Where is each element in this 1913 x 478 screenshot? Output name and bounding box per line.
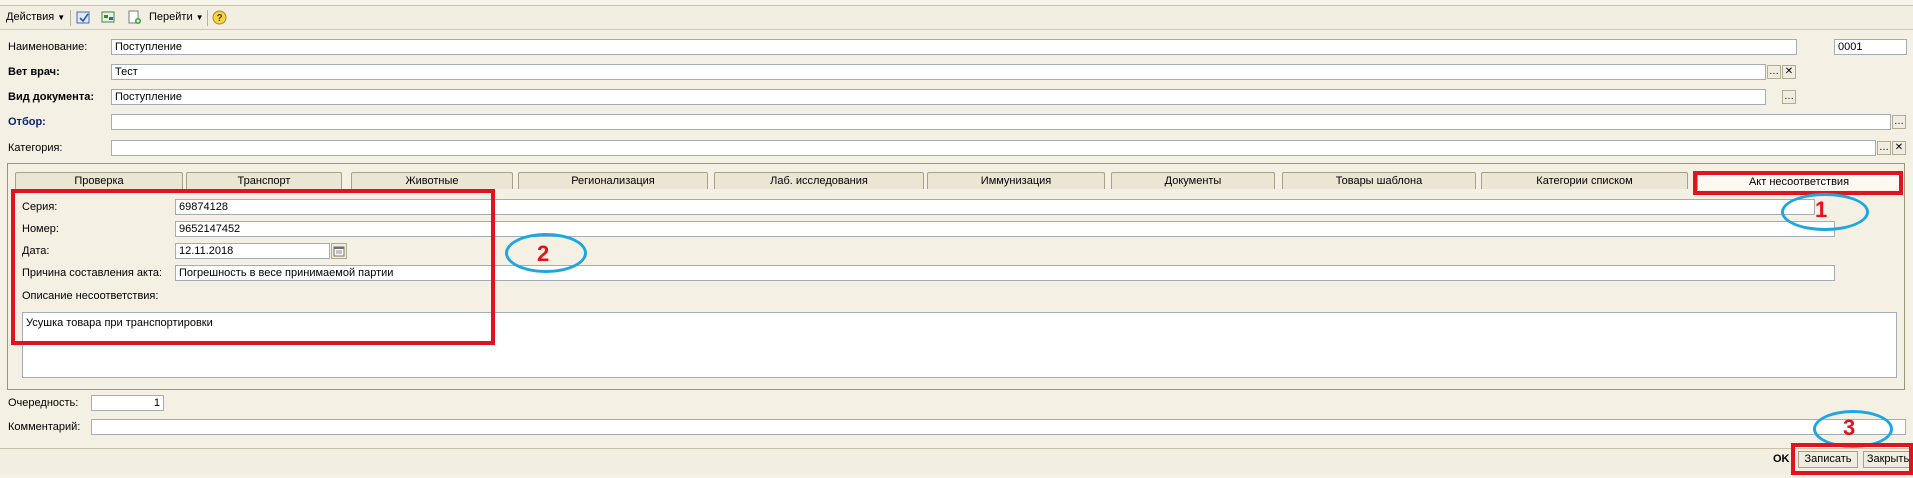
filter-select-button[interactable]: … xyxy=(1892,115,1906,129)
highlight-box-act-fields xyxy=(11,189,495,345)
tab-lab-research[interactable]: Лаб. исследования xyxy=(714,172,924,189)
post-document-icon[interactable] xyxy=(76,10,91,25)
category-clear-icon[interactable]: ✕ xyxy=(1892,141,1906,155)
vet-field[interactable]: Тест xyxy=(111,64,1766,80)
tab-transport[interactable]: Транспорт xyxy=(186,172,342,189)
annotation-number-2: 2 xyxy=(537,241,550,266)
highlight-box-buttons xyxy=(1791,443,1913,475)
status-bar xyxy=(0,448,1913,473)
actions-menu-label: Действия xyxy=(6,11,55,23)
category-label: Категория: xyxy=(8,142,63,154)
annotation-number-3: 3 xyxy=(1843,415,1856,440)
tab-check[interactable]: Проверка xyxy=(15,172,183,189)
structure-icon[interactable] xyxy=(101,10,116,25)
filter-label: Отбор: xyxy=(8,116,46,128)
goto-menu-label: Перейти xyxy=(149,11,193,23)
priority-field[interactable]: 1 xyxy=(91,395,164,411)
vet-clear-icon[interactable]: ✕ xyxy=(1782,65,1796,79)
tab-animals[interactable]: Животные xyxy=(351,172,513,189)
name-field[interactable]: Поступление xyxy=(111,39,1797,55)
toolbar: Действия ▼ Перейти ▼ ? xyxy=(0,6,1913,30)
doc-type-field[interactable]: Поступление xyxy=(111,89,1766,105)
goto-menu[interactable]: Перейти ▼ xyxy=(149,10,204,25)
tab-regionalization[interactable]: Регионализация xyxy=(518,172,708,189)
vet-select-button[interactable]: … xyxy=(1767,65,1781,79)
name-label: Наименование: xyxy=(8,41,88,53)
doc-type-label: Вид документа: xyxy=(8,91,94,103)
tab-immunization[interactable]: Иммунизация xyxy=(927,172,1105,189)
priority-label: Очередность: xyxy=(8,397,79,409)
help-icon[interactable]: ? xyxy=(212,10,227,25)
highlight-box-tab xyxy=(1693,171,1903,195)
actions-menu[interactable]: Действия ▼ xyxy=(6,10,65,25)
toolbar-divider xyxy=(70,10,71,26)
tab-documents[interactable]: Документы xyxy=(1111,172,1275,189)
category-field[interactable] xyxy=(111,140,1876,156)
copy-document-icon[interactable] xyxy=(127,10,142,25)
tab-template-goods[interactable]: Товары шаблона xyxy=(1282,172,1476,189)
category-select-button[interactable]: … xyxy=(1877,141,1891,155)
filter-field[interactable] xyxy=(111,114,1891,130)
tab-category-list[interactable]: Категории списком xyxy=(1481,172,1688,189)
chevron-down-icon: ▼ xyxy=(57,13,66,22)
vet-label: Вет врач: xyxy=(8,66,60,78)
svg-text:?: ? xyxy=(216,13,222,24)
toolbar-divider xyxy=(207,10,208,26)
document-number-field[interactable]: 0001 xyxy=(1834,39,1907,55)
comment-label: Комментарий: xyxy=(8,421,81,433)
comment-field[interactable] xyxy=(91,419,1906,435)
ok-button[interactable]: OK xyxy=(1773,451,1790,468)
annotation-number-1: 1 xyxy=(1815,197,1828,222)
doc-type-select-button[interactable]: … xyxy=(1782,90,1796,104)
chevron-down-icon: ▼ xyxy=(195,13,204,22)
